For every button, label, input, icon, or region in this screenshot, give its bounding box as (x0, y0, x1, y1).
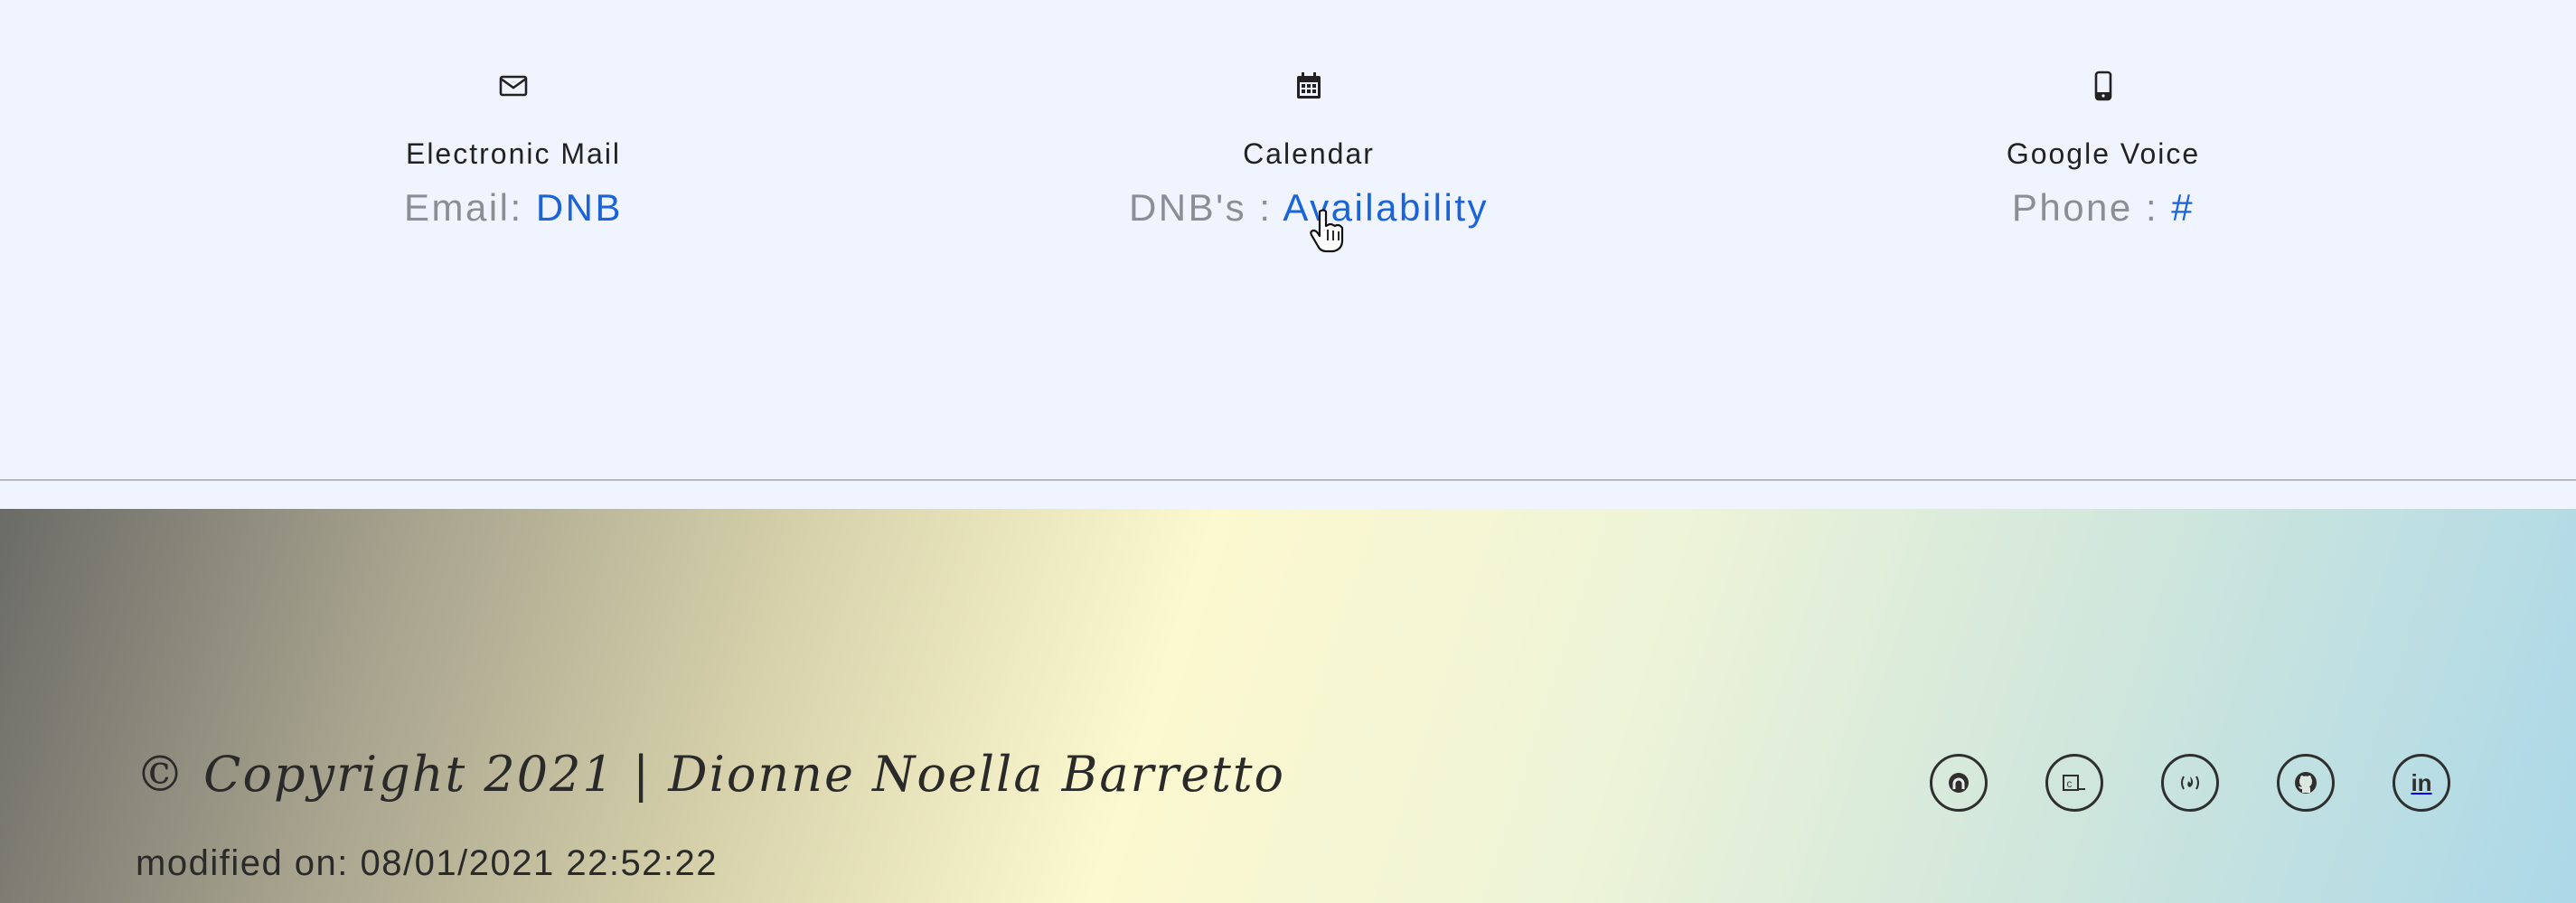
freecodecamp-link[interactable] (2161, 754, 2219, 812)
svg-text:C: C (2067, 781, 2073, 791)
codepen-link[interactable] (1930, 754, 1988, 812)
codepen-icon (1949, 773, 1969, 793)
phone-link[interactable]: # (2171, 186, 2195, 229)
contact-section: Electronic Mail Email: DNB Calendar DNB'… (0, 0, 2576, 479)
hand-pointer-cursor-icon (1310, 209, 1344, 253)
freecodecamp-icon (2181, 776, 2199, 790)
terminal-link[interactable]: C (2045, 754, 2103, 812)
envelope-icon (499, 75, 528, 97)
section-divider (0, 479, 2576, 481)
contact-line: Email: DNB (107, 186, 920, 230)
contact-prefix: Email: (403, 186, 536, 229)
copyright-text: © Copyright 2021 | Dionne Noella Barrett… (136, 746, 1286, 803)
github-link[interactable] (2277, 754, 2335, 812)
footer: © Copyright 2021 | Dionne Noella Barrett… (0, 509, 2576, 903)
contact-prefix: Phone : (2011, 186, 2172, 229)
contact-heading: Electronic Mail (405, 137, 622, 170)
linkedin-icon: in (2411, 768, 2432, 796)
calendar-icon (1297, 72, 1321, 99)
github-icon (2295, 772, 2317, 794)
mobile-phone-icon (2094, 71, 2112, 101)
contact-heading: Calendar (1243, 137, 1375, 170)
modified-date: modified on: 08/01/2021 22:52:22 (136, 843, 719, 883)
contact-heading: Google Voice (2006, 137, 2201, 170)
contact-line: Phone : # (1697, 186, 2510, 230)
email-link[interactable]: DNB (536, 186, 623, 229)
linkedin-link[interactable]: in (2393, 754, 2450, 812)
contact-prefix: DNB's : (1128, 186, 1283, 229)
terminal-icon: C (2063, 775, 2085, 791)
